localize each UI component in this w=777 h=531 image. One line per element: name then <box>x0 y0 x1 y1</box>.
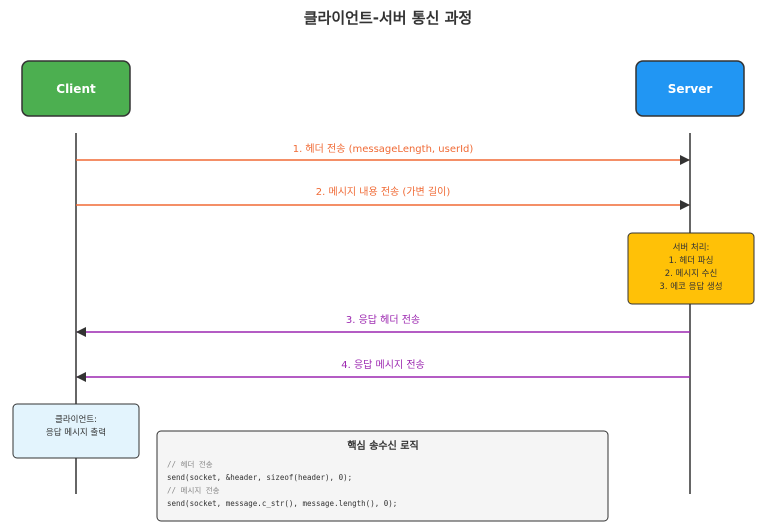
client-actor: Client <box>21 60 131 117</box>
server-note-line-4: 3. 에코 응답 생성 <box>659 281 722 292</box>
message-1-label: 1. 헤더 전송 (messageLength, userId) <box>293 143 474 155</box>
server-processing-note: 서버 처리: 1. 헤더 파싱 2. 메시지 수신 3. 에코 응답 생성 <box>627 232 755 305</box>
code-comment-message: // 메시지 전송 <box>167 485 220 495</box>
message-2: 2. 메시지 내용 전송 (가변 길이) <box>76 185 690 210</box>
diagram-title: 클라이언트-서버 통신 과정 <box>304 9 472 27</box>
diagram-canvas: 클라이언트-서버 통신 과정 Client Server 1. 헤더 전송 (m… <box>12 9 755 522</box>
message-3: 3. 응답 헤더 전송 <box>76 314 690 337</box>
core-logic-code-box: 핵심 송수신 로직 // 헤더 전송 send(socket, &header,… <box>156 430 609 522</box>
message-1: 1. 헤더 전송 (messageLength, userId) <box>76 143 690 165</box>
code-line-send-message: send(socket, message.c_str(), message.le… <box>167 499 397 508</box>
message-2-label: 2. 메시지 내용 전송 (가변 길이) <box>316 185 451 198</box>
server-actor-label: Server <box>668 82 713 96</box>
server-note-line-3: 2. 메시지 수신 <box>665 269 718 279</box>
code-box-title: 핵심 송수신 로직 <box>347 439 418 452</box>
client-actor-label: Client <box>56 82 96 96</box>
code-comment-header: // 헤더 전송 <box>167 459 213 469</box>
client-note-line-1: 클라이언트: <box>55 414 97 425</box>
sequence-diagram: 클라이언트-서버 통신 과정 Client Server 1. 헤더 전송 (m… <box>0 0 777 531</box>
server-note-line-1: 서버 처리: <box>673 242 710 253</box>
server-note-line-2: 1. 헤더 파싱 <box>669 255 714 266</box>
code-line-send-header: send(socket, &header, sizeof(header), 0)… <box>167 473 352 482</box>
message-4: 4. 응답 메시지 전송 <box>76 359 690 382</box>
server-actor: Server <box>635 60 745 117</box>
message-4-label: 4. 응답 메시지 전송 <box>341 359 424 371</box>
client-output-note: 클라이언트: 응답 메시지 출력 <box>12 403 140 459</box>
client-note-line-2: 응답 메시지 출력 <box>46 427 106 438</box>
message-3-label: 3. 응답 헤더 전송 <box>346 314 420 326</box>
